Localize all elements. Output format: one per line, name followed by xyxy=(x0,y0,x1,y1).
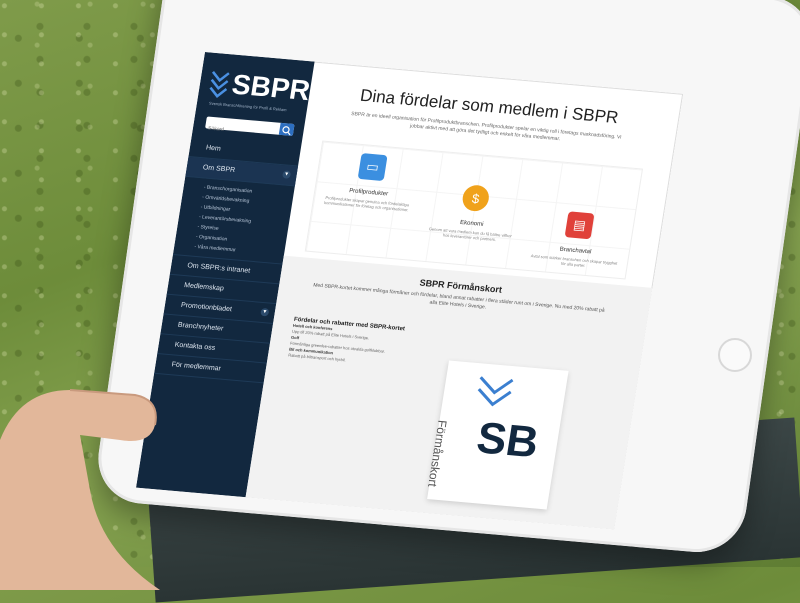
features-panel: ▭ Profilprodukter Profilprodukter skapar… xyxy=(304,140,644,280)
chevron-down-icon[interactable]: ▾ xyxy=(281,170,292,179)
credit-card-icon: ▭ xyxy=(357,153,388,182)
search-box xyxy=(204,116,295,140)
nav-item-label: Om SBPR xyxy=(202,164,236,175)
benefits-card-section: SBPR Förmånskort Med SBPR-kortet kommer … xyxy=(245,255,653,530)
website-screen: SBPR Svensk Branschförening för Profil &… xyxy=(136,52,684,530)
logo-icon xyxy=(477,376,514,407)
logo-icon xyxy=(209,70,230,98)
card-label: Förmånskort xyxy=(425,419,450,488)
search-button[interactable] xyxy=(278,122,295,136)
logo-text[interactable]: SBPR xyxy=(230,69,312,107)
home-button[interactable] xyxy=(718,338,752,372)
card-logo-text: SB xyxy=(473,413,542,468)
main-content: Dina fördelar som medlem i SBPR SBPR är … xyxy=(245,62,684,530)
chevron-down-icon[interactable]: ▾ xyxy=(260,307,270,317)
hand xyxy=(0,389,160,590)
feature-branchavtal: ▤ Branchavtal Avtal som stärker bransche… xyxy=(528,209,626,271)
benefits-list: Fördelar och rabatter med SBPR-kortet Ho… xyxy=(288,317,434,371)
document-icon: ▤ xyxy=(564,211,595,240)
tablet: SBPR Svensk Branschförening för Profil &… xyxy=(0,0,800,590)
membership-card-image: SB Förmånskort xyxy=(425,360,569,510)
dollar-icon: $ xyxy=(460,184,491,213)
search-icon xyxy=(282,126,291,136)
feature-profilprodukter: ▭ Profilprodukter Profilprodukter skapar… xyxy=(321,150,419,212)
search-input[interactable] xyxy=(204,123,282,140)
feature-ekonomi: $ Ekonomi Genom att vara medlem kan du f… xyxy=(424,181,522,243)
